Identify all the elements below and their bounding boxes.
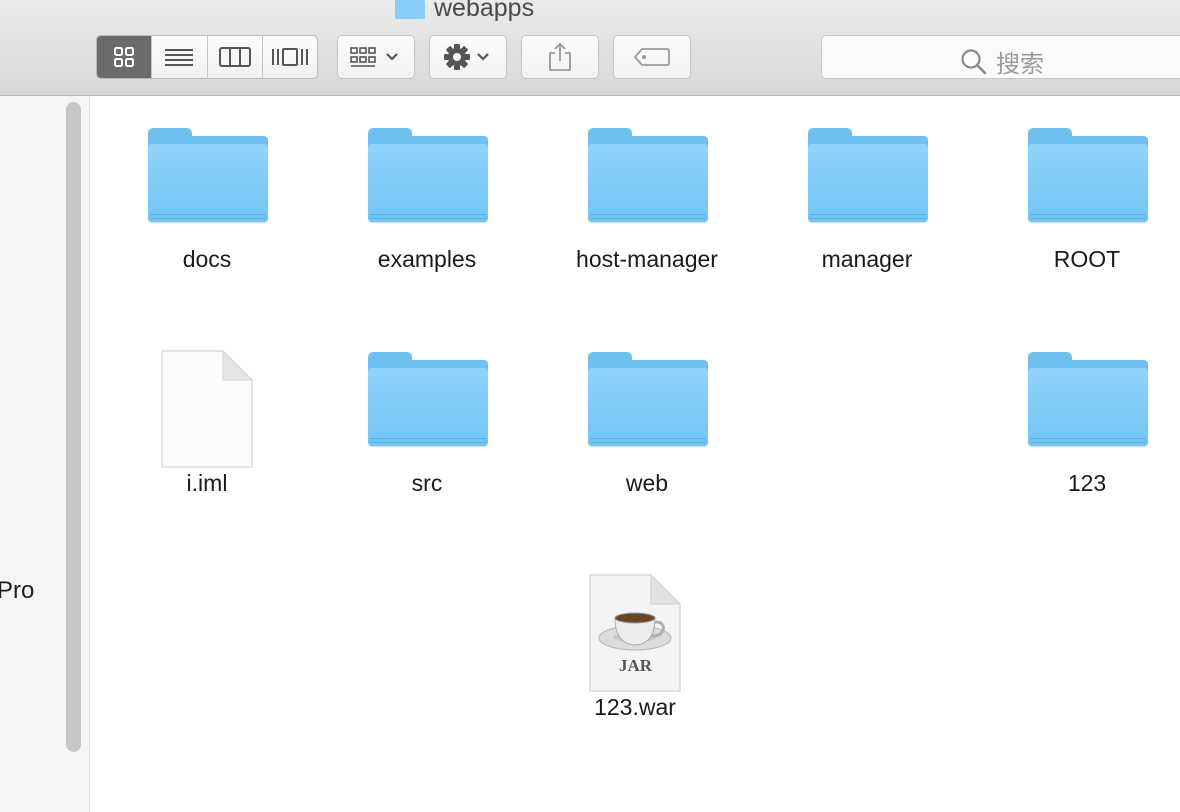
file-item-123-war[interactable]: JAR 123.war xyxy=(545,570,725,721)
folder-icon xyxy=(395,0,425,19)
file-name: docs xyxy=(182,246,232,272)
file-item-i-iml[interactable]: i.iml xyxy=(117,346,297,497)
share-icon xyxy=(549,42,571,71)
search-placeholder: 搜索 xyxy=(996,51,1044,78)
tag-button[interactable] xyxy=(613,35,691,79)
cover-flow-button[interactable] xyxy=(261,36,317,78)
window-title-text: webapps xyxy=(434,0,535,22)
tag-icon xyxy=(633,48,670,66)
file-item-docs[interactable]: docs xyxy=(117,122,297,273)
cover-flow-icon xyxy=(271,48,308,66)
search-icon xyxy=(961,48,987,74)
folder-icon xyxy=(148,128,268,222)
list-view-button[interactable] xyxy=(151,36,206,78)
jar-badge: JAR xyxy=(619,656,653,675)
file-name: web xyxy=(625,470,669,496)
file-name: src xyxy=(411,470,443,496)
icon-view-button[interactable] xyxy=(97,36,152,78)
file-item-web[interactable]: web xyxy=(557,346,737,497)
file-name: examples xyxy=(377,246,477,272)
search-field[interactable]: 搜索 xyxy=(821,35,1180,79)
file-item-examples[interactable]: examples xyxy=(337,122,517,273)
list-view-icon xyxy=(165,49,194,66)
folder-icon xyxy=(808,128,928,222)
sidebar-scrollbar[interactable] xyxy=(66,102,81,752)
file-name: manager xyxy=(821,246,913,272)
action-button[interactable] xyxy=(429,35,507,79)
folder-icon xyxy=(588,352,708,446)
view-mode-segmented-control xyxy=(96,35,318,79)
file-item-123[interactable]: 123 xyxy=(997,346,1177,497)
share-button[interactable] xyxy=(521,35,599,79)
file-name: i.iml xyxy=(186,470,228,496)
folder-icon xyxy=(1028,128,1148,222)
file-item-host-manager[interactable]: host-manager xyxy=(557,122,737,273)
column-view-button[interactable] xyxy=(206,36,262,78)
file-name: 123 xyxy=(1067,470,1107,496)
file-name: 123.war xyxy=(594,694,676,720)
folder-icon xyxy=(368,128,488,222)
arrange-icon xyxy=(350,47,398,67)
icon-view-grid-icon xyxy=(114,47,135,67)
arrange-button[interactable] xyxy=(337,35,415,79)
document-icon xyxy=(161,350,253,468)
file-item-src[interactable]: src xyxy=(337,346,517,497)
file-name: host-manager xyxy=(576,246,718,272)
folder-icon xyxy=(368,352,488,446)
file-item-manager[interactable]: manager xyxy=(777,122,957,273)
folder-icon xyxy=(588,128,708,222)
gear-icon xyxy=(444,44,489,70)
column-view-icon xyxy=(218,47,251,67)
file-name: ROOT xyxy=(1053,246,1121,272)
folder-icon xyxy=(1028,352,1148,446)
sidebar-item-label[interactable]: Pro xyxy=(0,577,34,605)
toolbar: webapps 搜索 xyxy=(0,0,1180,96)
file-item-root[interactable]: ROOT xyxy=(997,122,1177,273)
window-title: webapps xyxy=(395,0,534,22)
